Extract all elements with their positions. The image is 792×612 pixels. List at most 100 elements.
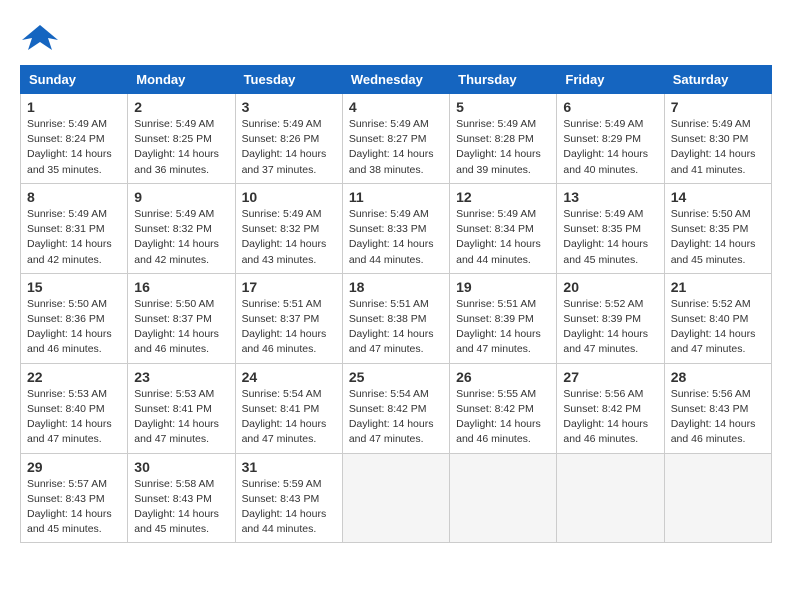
day-number: 7 [671, 99, 765, 115]
day-number: 17 [242, 279, 336, 295]
day-info: Sunrise: 5:49 AMSunset: 8:32 PMDaylight:… [134, 208, 219, 266]
day-info: Sunrise: 5:49 AMSunset: 8:33 PMDaylight:… [349, 208, 434, 266]
day-number: 25 [349, 369, 443, 385]
day-info: Sunrise: 5:49 AMSunset: 8:27 PMDaylight:… [349, 118, 434, 176]
day-number: 15 [27, 279, 121, 295]
day-number: 31 [242, 459, 336, 475]
calendar-cell: 3 Sunrise: 5:49 AMSunset: 8:26 PMDayligh… [235, 94, 342, 184]
day-number: 13 [563, 189, 657, 205]
day-number: 29 [27, 459, 121, 475]
calendar-cell [664, 453, 771, 543]
day-info: Sunrise: 5:54 AMSunset: 8:42 PMDaylight:… [349, 388, 434, 446]
day-number: 22 [27, 369, 121, 385]
day-info: Sunrise: 5:49 AMSunset: 8:26 PMDaylight:… [242, 118, 327, 176]
calendar-week-2: 8 Sunrise: 5:49 AMSunset: 8:31 PMDayligh… [21, 183, 772, 273]
day-info: Sunrise: 5:56 AMSunset: 8:42 PMDaylight:… [563, 388, 648, 446]
day-number: 24 [242, 369, 336, 385]
day-number: 11 [349, 189, 443, 205]
day-info: Sunrise: 5:52 AMSunset: 8:40 PMDaylight:… [671, 298, 756, 356]
day-number: 26 [456, 369, 550, 385]
weekday-header-row: SundayMondayTuesdayWednesdayThursdayFrid… [21, 66, 772, 94]
day-info: Sunrise: 5:51 AMSunset: 8:37 PMDaylight:… [242, 298, 327, 356]
calendar-cell: 8 Sunrise: 5:49 AMSunset: 8:31 PMDayligh… [21, 183, 128, 273]
calendar-cell: 14 Sunrise: 5:50 AMSunset: 8:35 PMDaylig… [664, 183, 771, 273]
day-info: Sunrise: 5:49 AMSunset: 8:24 PMDaylight:… [27, 118, 112, 176]
day-info: Sunrise: 5:49 AMSunset: 8:25 PMDaylight:… [134, 118, 219, 176]
day-number: 3 [242, 99, 336, 115]
day-number: 10 [242, 189, 336, 205]
calendar-cell: 4 Sunrise: 5:49 AMSunset: 8:27 PMDayligh… [342, 94, 449, 184]
calendar-cell: 12 Sunrise: 5:49 AMSunset: 8:34 PMDaylig… [450, 183, 557, 273]
calendar-cell: 15 Sunrise: 5:50 AMSunset: 8:36 PMDaylig… [21, 273, 128, 363]
logo [20, 20, 62, 55]
calendar-table: SundayMondayTuesdayWednesdayThursdayFrid… [20, 65, 772, 543]
calendar-cell [450, 453, 557, 543]
day-info: Sunrise: 5:56 AMSunset: 8:43 PMDaylight:… [671, 388, 756, 446]
calendar-cell: 11 Sunrise: 5:49 AMSunset: 8:33 PMDaylig… [342, 183, 449, 273]
page-header [20, 20, 772, 55]
day-info: Sunrise: 5:49 AMSunset: 8:32 PMDaylight:… [242, 208, 327, 266]
calendar-cell: 20 Sunrise: 5:52 AMSunset: 8:39 PMDaylig… [557, 273, 664, 363]
day-info: Sunrise: 5:53 AMSunset: 8:40 PMDaylight:… [27, 388, 112, 446]
day-info: Sunrise: 5:49 AMSunset: 8:28 PMDaylight:… [456, 118, 541, 176]
calendar-cell: 13 Sunrise: 5:49 AMSunset: 8:35 PMDaylig… [557, 183, 664, 273]
calendar-cell: 18 Sunrise: 5:51 AMSunset: 8:38 PMDaylig… [342, 273, 449, 363]
day-number: 21 [671, 279, 765, 295]
calendar-cell: 31 Sunrise: 5:59 AMSunset: 8:43 PMDaylig… [235, 453, 342, 543]
day-number: 6 [563, 99, 657, 115]
calendar-cell: 23 Sunrise: 5:53 AMSunset: 8:41 PMDaylig… [128, 363, 235, 453]
weekday-header-sunday: Sunday [21, 66, 128, 94]
day-info: Sunrise: 5:51 AMSunset: 8:39 PMDaylight:… [456, 298, 541, 356]
weekday-header-friday: Friday [557, 66, 664, 94]
day-info: Sunrise: 5:57 AMSunset: 8:43 PMDaylight:… [27, 478, 112, 536]
day-number: 12 [456, 189, 550, 205]
calendar-cell: 17 Sunrise: 5:51 AMSunset: 8:37 PMDaylig… [235, 273, 342, 363]
day-info: Sunrise: 5:49 AMSunset: 8:34 PMDaylight:… [456, 208, 541, 266]
calendar-week-1: 1 Sunrise: 5:49 AMSunset: 8:24 PMDayligh… [21, 94, 772, 184]
calendar-week-5: 29 Sunrise: 5:57 AMSunset: 8:43 PMDaylig… [21, 453, 772, 543]
calendar-cell: 24 Sunrise: 5:54 AMSunset: 8:41 PMDaylig… [235, 363, 342, 453]
calendar-week-4: 22 Sunrise: 5:53 AMSunset: 8:40 PMDaylig… [21, 363, 772, 453]
calendar-cell: 9 Sunrise: 5:49 AMSunset: 8:32 PMDayligh… [128, 183, 235, 273]
calendar-cell: 16 Sunrise: 5:50 AMSunset: 8:37 PMDaylig… [128, 273, 235, 363]
calendar-cell [557, 453, 664, 543]
calendar-cell: 19 Sunrise: 5:51 AMSunset: 8:39 PMDaylig… [450, 273, 557, 363]
day-number: 28 [671, 369, 765, 385]
day-number: 4 [349, 99, 443, 115]
day-info: Sunrise: 5:50 AMSunset: 8:37 PMDaylight:… [134, 298, 219, 356]
calendar-cell: 22 Sunrise: 5:53 AMSunset: 8:40 PMDaylig… [21, 363, 128, 453]
day-info: Sunrise: 5:49 AMSunset: 8:29 PMDaylight:… [563, 118, 648, 176]
calendar-cell: 10 Sunrise: 5:49 AMSunset: 8:32 PMDaylig… [235, 183, 342, 273]
weekday-header-thursday: Thursday [450, 66, 557, 94]
calendar-cell: 26 Sunrise: 5:55 AMSunset: 8:42 PMDaylig… [450, 363, 557, 453]
calendar-cell: 5 Sunrise: 5:49 AMSunset: 8:28 PMDayligh… [450, 94, 557, 184]
weekday-header-wednesday: Wednesday [342, 66, 449, 94]
weekday-header-tuesday: Tuesday [235, 66, 342, 94]
day-number: 14 [671, 189, 765, 205]
day-info: Sunrise: 5:53 AMSunset: 8:41 PMDaylight:… [134, 388, 219, 446]
day-number: 5 [456, 99, 550, 115]
day-info: Sunrise: 5:55 AMSunset: 8:42 PMDaylight:… [456, 388, 541, 446]
day-number: 16 [134, 279, 228, 295]
day-info: Sunrise: 5:59 AMSunset: 8:43 PMDaylight:… [242, 478, 327, 536]
day-info: Sunrise: 5:50 AMSunset: 8:35 PMDaylight:… [671, 208, 756, 266]
day-info: Sunrise: 5:50 AMSunset: 8:36 PMDaylight:… [27, 298, 112, 356]
day-info: Sunrise: 5:58 AMSunset: 8:43 PMDaylight:… [134, 478, 219, 536]
day-number: 27 [563, 369, 657, 385]
day-info: Sunrise: 5:52 AMSunset: 8:39 PMDaylight:… [563, 298, 648, 356]
day-info: Sunrise: 5:54 AMSunset: 8:41 PMDaylight:… [242, 388, 327, 446]
day-info: Sunrise: 5:49 AMSunset: 8:30 PMDaylight:… [671, 118, 756, 176]
day-number: 9 [134, 189, 228, 205]
weekday-header-saturday: Saturday [664, 66, 771, 94]
calendar-cell: 1 Sunrise: 5:49 AMSunset: 8:24 PMDayligh… [21, 94, 128, 184]
calendar-cell: 30 Sunrise: 5:58 AMSunset: 8:43 PMDaylig… [128, 453, 235, 543]
day-number: 8 [27, 189, 121, 205]
calendar-cell: 6 Sunrise: 5:49 AMSunset: 8:29 PMDayligh… [557, 94, 664, 184]
day-number: 30 [134, 459, 228, 475]
calendar-cell: 27 Sunrise: 5:56 AMSunset: 8:42 PMDaylig… [557, 363, 664, 453]
day-number: 1 [27, 99, 121, 115]
calendar-cell: 25 Sunrise: 5:54 AMSunset: 8:42 PMDaylig… [342, 363, 449, 453]
day-info: Sunrise: 5:51 AMSunset: 8:38 PMDaylight:… [349, 298, 434, 356]
weekday-header-monday: Monday [128, 66, 235, 94]
day-number: 19 [456, 279, 550, 295]
